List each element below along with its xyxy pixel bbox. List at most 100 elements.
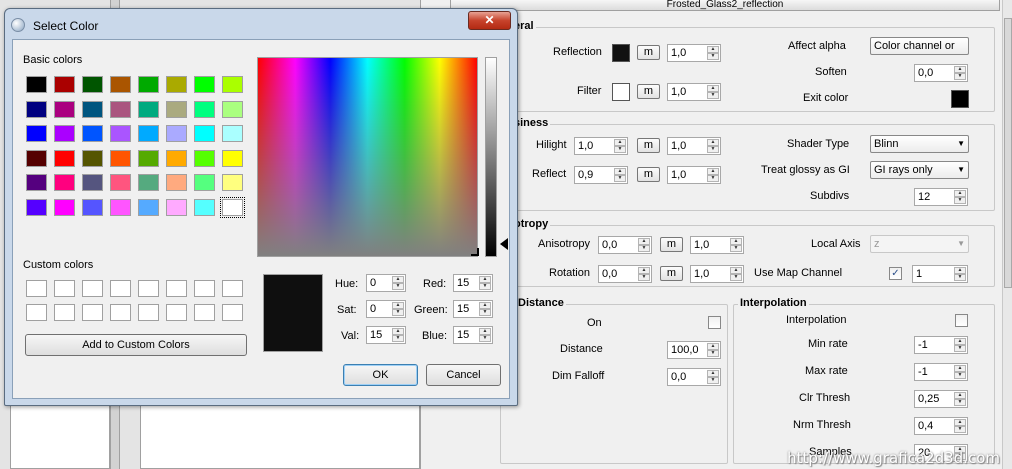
spinner-arrows[interactable]: ▲ ▼ — [392, 328, 404, 342]
soften-spinner[interactable]: 0,0 ▲ ▼ — [914, 64, 968, 82]
distance-on-checkbox[interactable] — [708, 316, 721, 329]
spinner-arrows[interactable]: ▲ ▼ — [730, 238, 742, 252]
custom-color-swatch[interactable] — [54, 304, 75, 321]
basic-color-swatch[interactable] — [220, 196, 245, 218]
basic-color-swatch[interactable] — [54, 76, 75, 93]
add-to-custom-colors-button[interactable]: Add to Custom Colors — [25, 334, 247, 356]
basic-color-swatch[interactable] — [82, 198, 103, 216]
basic-color-swatch[interactable] — [222, 100, 243, 118]
right-scrollbar[interactable] — [1002, 0, 1012, 469]
basic-color-swatch[interactable] — [82, 149, 103, 167]
material-tab-title[interactable]: Frosted_Glass2_reflection — [450, 0, 1000, 11]
clr-thresh-spinner[interactable]: 0,25 ▲ ▼ — [914, 390, 968, 408]
spinner-arrows[interactable]: ▲ ▼ — [954, 66, 966, 80]
custom-color-swatch[interactable] — [82, 280, 103, 297]
blue-spinner[interactable]: 15 ▲ ▼ — [453, 326, 493, 344]
spinner-arrows[interactable]: ▲ ▼ — [954, 190, 966, 204]
spinner-arrows[interactable]: ▲ ▼ — [954, 419, 966, 433]
spectrum-crosshair[interactable] — [471, 248, 479, 256]
basic-color-swatch[interactable] — [138, 100, 159, 118]
spinner-arrows[interactable]: ▲ ▼ — [392, 276, 404, 290]
basic-color-swatch[interactable] — [26, 100, 47, 118]
reflect-mult-spinner[interactable]: 1,0 ▲ ▼ — [667, 166, 721, 184]
spinner-arrows[interactable]: ▲ ▼ — [707, 85, 719, 99]
custom-color-swatch[interactable] — [54, 280, 75, 297]
spinner-arrows[interactable]: ▲ ▼ — [954, 392, 966, 406]
basic-color-swatch[interactable] — [26, 198, 47, 216]
spinner-arrows[interactable]: ▲ ▼ — [707, 139, 719, 153]
shader-type-combo[interactable]: Blinn ▼ — [870, 135, 969, 153]
anisotropy-map-button[interactable]: m — [660, 237, 683, 252]
reflect-spinner[interactable]: 0,9 ▲ ▼ — [574, 166, 628, 184]
reflection-amount-spinner[interactable]: 1,0 ▲ ▼ — [667, 44, 721, 62]
scrollbar-thumb[interactable] — [1004, 18, 1012, 288]
luminance-slider[interactable] — [485, 57, 497, 257]
spinner-arrows[interactable]: ▲ ▼ — [479, 328, 491, 342]
basic-color-swatch[interactable] — [138, 198, 159, 216]
max-rate-spinner[interactable]: -1 ▲ ▼ — [914, 363, 968, 381]
custom-color-swatch[interactable] — [194, 304, 215, 321]
subdivs-spinner[interactable]: 12 ▲ ▼ — [914, 188, 968, 206]
val-spinner[interactable]: 15 ▲ ▼ — [366, 326, 406, 344]
spinner-arrows[interactable]: ▲ ▼ — [707, 370, 719, 384]
basic-color-swatch[interactable] — [138, 125, 159, 142]
spinner-arrows[interactable]: ▲ ▼ — [479, 276, 491, 290]
basic-color-swatch[interactable] — [54, 174, 75, 191]
basic-color-swatch[interactable] — [166, 76, 187, 93]
basic-color-swatch[interactable] — [166, 125, 187, 142]
hilight-map-button[interactable]: m — [637, 138, 660, 153]
spinner-arrows[interactable]: ▲ ▼ — [614, 139, 626, 153]
red-spinner[interactable]: 15 ▲ ▼ — [453, 274, 493, 292]
hue-spinner[interactable]: 0 ▲ ▼ — [366, 274, 406, 292]
basic-color-swatch[interactable] — [26, 149, 47, 167]
filter-color-swatch[interactable] — [612, 83, 630, 101]
basic-color-swatch[interactable] — [82, 125, 103, 142]
spinner-arrows[interactable]: ▲ ▼ — [730, 267, 742, 281]
basic-color-swatch[interactable] — [110, 198, 131, 216]
basic-color-swatch[interactable] — [138, 76, 159, 93]
custom-color-swatch[interactable] — [82, 304, 103, 321]
min-rate-spinner[interactable]: -1 ▲ ▼ — [914, 336, 968, 354]
custom-color-swatch[interactable] — [26, 280, 47, 297]
basic-color-swatch[interactable] — [166, 100, 187, 118]
hilight-mult-spinner[interactable]: 1,0 ▲ ▼ — [667, 137, 721, 155]
custom-color-swatch[interactable] — [166, 304, 187, 321]
green-spinner[interactable]: 15 ▲ ▼ — [453, 300, 493, 318]
basic-color-swatch[interactable] — [54, 149, 75, 167]
custom-color-swatch[interactable] — [138, 304, 159, 321]
spinner-arrows[interactable]: ▲ ▼ — [638, 267, 650, 281]
cancel-button[interactable]: Cancel — [426, 364, 501, 386]
spinner-arrows[interactable]: ▲ ▼ — [954, 365, 966, 379]
rotation-spinner[interactable]: 0,0 ▲ ▼ — [598, 265, 652, 283]
basic-color-swatch[interactable] — [222, 149, 243, 167]
basic-color-swatch[interactable] — [26, 125, 47, 142]
basic-color-swatch[interactable] — [138, 149, 159, 167]
spinner-arrows[interactable]: ▲ ▼ — [707, 168, 719, 182]
basic-color-swatch[interactable] — [166, 149, 187, 167]
custom-color-swatch[interactable] — [194, 280, 215, 297]
basic-color-swatch[interactable] — [54, 198, 75, 216]
basic-color-swatch[interactable] — [54, 100, 75, 118]
custom-color-swatch[interactable] — [222, 280, 243, 297]
spinner-arrows[interactable]: ▲ ▼ — [707, 46, 719, 60]
dim-falloff-spinner[interactable]: 0,0 ▲ ▼ — [667, 368, 721, 386]
basic-color-swatch[interactable] — [222, 76, 243, 93]
luminance-arrow-icon[interactable] — [500, 238, 508, 250]
basic-color-swatch[interactable] — [26, 76, 47, 93]
reflection-color-swatch[interactable] — [612, 44, 630, 62]
spinner-arrows[interactable]: ▲ ▼ — [392, 302, 404, 316]
spinner-arrows[interactable]: ▲ ▼ — [954, 338, 966, 352]
treat-glossy-combo[interactable]: GI rays only ▼ — [870, 161, 969, 179]
map-channel-spinner[interactable]: 1 ▲ ▼ — [912, 265, 968, 283]
basic-color-swatch[interactable] — [194, 125, 215, 142]
custom-color-swatch[interactable] — [138, 280, 159, 297]
custom-color-swatch[interactable] — [26, 304, 47, 321]
spinner-arrows[interactable]: ▲ ▼ — [614, 168, 626, 182]
color-spectrum-picker[interactable] — [257, 57, 478, 257]
basic-color-swatch[interactable] — [26, 174, 47, 191]
rotation-map-button[interactable]: m — [660, 266, 683, 281]
basic-color-swatch[interactable] — [110, 149, 131, 167]
custom-color-swatch[interactable] — [166, 280, 187, 297]
basic-color-swatch[interactable] — [82, 76, 103, 93]
affect-alpha-combo[interactable]: Color channel or — [870, 37, 969, 55]
